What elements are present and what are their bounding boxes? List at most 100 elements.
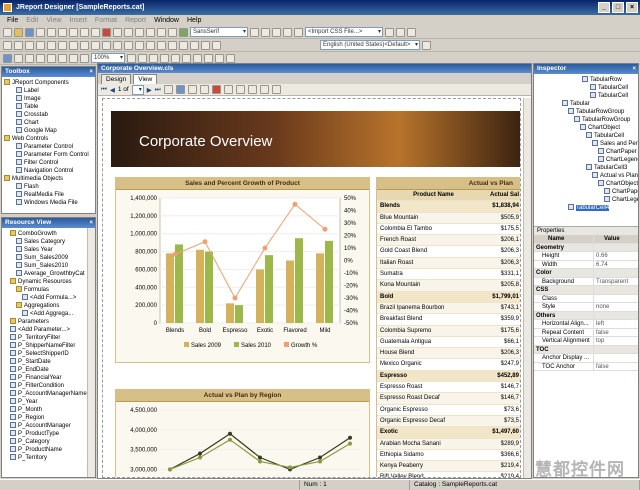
bar-sales-2009[interactable] xyxy=(256,269,264,323)
growth-point[interactable] xyxy=(232,295,238,301)
region-point[interactable] xyxy=(318,459,322,464)
tb-icon-36[interactable] xyxy=(204,53,213,63)
align-right-icon[interactable] xyxy=(168,27,177,37)
property-row[interactable]: TOC Anchor false xyxy=(534,362,638,371)
redo-icon[interactable] xyxy=(91,27,100,37)
toolbox-item[interactable]: Label xyxy=(4,87,95,95)
toolbox-item[interactable]: RealMedia File xyxy=(4,191,95,199)
tb-icon-3[interactable] xyxy=(25,40,34,50)
bold-icon[interactable] xyxy=(113,27,122,37)
grid-icon[interactable] xyxy=(407,27,416,37)
bar-sales-2010[interactable] xyxy=(235,305,243,323)
growth-point[interactable] xyxy=(322,226,328,232)
bar-sales-2009[interactable] xyxy=(196,249,204,323)
inspector-node[interactable]: ChartLegend xyxy=(538,196,638,204)
menu-file[interactable]: File xyxy=(3,15,22,26)
toolbox-item[interactable]: Crosstab xyxy=(4,111,95,119)
align-center-icon[interactable] xyxy=(157,27,166,37)
inspector-node[interactable]: TabularRowGroup xyxy=(538,108,638,116)
property-row[interactable]: Horizontal Align... left xyxy=(534,320,638,329)
inspector-node[interactable]: TabularCell xyxy=(538,92,638,100)
css-combo[interactable]: <Import CSS File...> xyxy=(305,27,383,37)
toolbox-item[interactable]: Table xyxy=(4,103,95,111)
tb-icon-38[interactable] xyxy=(226,53,235,63)
toolbox-group[interactable]: Web Controls xyxy=(4,135,95,143)
tb-icon-24[interactable] xyxy=(36,53,45,63)
resource-item[interactable]: Average_GrowthbyCat xyxy=(4,270,95,278)
tb-icon-14[interactable] xyxy=(146,40,155,50)
resource-scrollbar[interactable] xyxy=(87,228,95,477)
property-row[interactable]: Color xyxy=(534,269,638,278)
style-icon[interactable] xyxy=(294,27,303,37)
zoom-combo[interactable]: 100% xyxy=(91,53,125,63)
tb-icon-9[interactable] xyxy=(91,40,100,50)
tb-icon-10[interactable] xyxy=(102,40,111,50)
inspector-node[interactable]: TabularCell xyxy=(538,84,638,92)
font-combo[interactable]: SansSerif xyxy=(190,27,248,37)
resource-item[interactable]: Sales Category xyxy=(4,238,95,246)
resource-item[interactable]: Sales Year xyxy=(4,246,95,254)
next-page-icon[interactable]: ▶ xyxy=(147,86,152,94)
tb-icon-42[interactable] xyxy=(247,85,257,94)
tb-icon-40[interactable] xyxy=(223,85,233,94)
menu-insert[interactable]: Insert xyxy=(65,15,91,26)
border-icon[interactable] xyxy=(283,27,292,37)
resource-item[interactable]: P_Region xyxy=(4,414,95,422)
tb-icon-30[interactable] xyxy=(138,53,147,63)
toolbox-item[interactable]: Flash xyxy=(4,183,95,191)
paste-icon[interactable] xyxy=(69,27,78,37)
toolbox-item[interactable]: Navigation Control xyxy=(4,167,95,175)
stop-icon[interactable] xyxy=(211,85,221,94)
maximize-button[interactable]: □ xyxy=(612,2,624,13)
zoom-in-icon[interactable] xyxy=(259,85,269,94)
property-row[interactable]: Repeat Content false xyxy=(534,328,638,337)
inspector-node[interactable]: TabularRow xyxy=(538,76,638,84)
region-chart[interactable]: Actual vs Plan by Region 4,500,000 4,000,… xyxy=(115,389,370,477)
tab-view[interactable]: View xyxy=(133,74,158,84)
tb-icon-5[interactable] xyxy=(47,40,56,50)
last-page-icon[interactable]: ⏭ xyxy=(155,86,161,94)
tb-icon-16[interactable] xyxy=(168,40,177,50)
tb-icon-26[interactable] xyxy=(58,53,67,63)
inspector-node[interactable]: ChartObject xyxy=(538,124,638,132)
resource-item[interactable]: P_AccountManager xyxy=(4,422,95,430)
resource-item[interactable]: <Add Aggrega... xyxy=(4,310,95,318)
growth-point[interactable] xyxy=(292,201,298,207)
region-point[interactable] xyxy=(228,437,232,442)
zoom-out-icon[interactable] xyxy=(271,85,281,94)
resource-item[interactable]: P_StartDate xyxy=(4,358,95,366)
property-row[interactable]: Geometry xyxy=(534,243,638,252)
tb-icon-15[interactable] xyxy=(157,40,166,50)
property-row[interactable]: Vertical Alignment top xyxy=(534,337,638,346)
toolbox-item[interactable]: Filter Control xyxy=(4,159,95,167)
inspector-node[interactable]: Actual vs Plan t xyxy=(538,172,638,180)
bar-sales-2009[interactable] xyxy=(316,253,324,323)
tb-icon-17[interactable] xyxy=(179,40,188,50)
inspector-node[interactable]: TabularCell4 xyxy=(538,204,638,212)
resource-item[interactable]: P_ShipperNameFilter xyxy=(4,342,95,350)
tb-icon-27[interactable] xyxy=(69,53,78,63)
menu-report[interactable]: Report xyxy=(121,15,150,26)
region-point[interactable] xyxy=(258,455,262,460)
region-point[interactable] xyxy=(198,451,202,456)
locale-icon[interactable] xyxy=(422,40,431,50)
toolbox-item[interactable]: Google Map xyxy=(4,127,95,135)
align-left-icon[interactable] xyxy=(146,27,155,37)
tb-icon-25[interactable] xyxy=(47,53,56,63)
resource-item[interactable]: ComboGrowth xyxy=(4,230,95,238)
resource-item[interactable]: P_ProductType xyxy=(4,430,95,438)
document-scrollbar[interactable] xyxy=(523,98,531,478)
tb-icon-8[interactable] xyxy=(80,40,89,50)
bar-sales-2010[interactable] xyxy=(295,238,303,323)
tb-icon-4[interactable] xyxy=(36,40,45,50)
region-point[interactable] xyxy=(258,459,262,464)
toolbox-item[interactable]: Parameter Control xyxy=(4,143,95,151)
view-mode-icon[interactable] xyxy=(14,53,23,63)
region-point[interactable] xyxy=(288,465,292,470)
menu-view[interactable]: View xyxy=(42,15,65,26)
format-icon[interactable] xyxy=(179,27,188,37)
toolbox-group[interactable]: JReport Components xyxy=(4,79,95,87)
minimize-button[interactable]: _ xyxy=(598,2,610,13)
tb-icon-1[interactable] xyxy=(3,40,12,50)
inspector-node[interactable]: ChartPaper xyxy=(538,148,638,156)
